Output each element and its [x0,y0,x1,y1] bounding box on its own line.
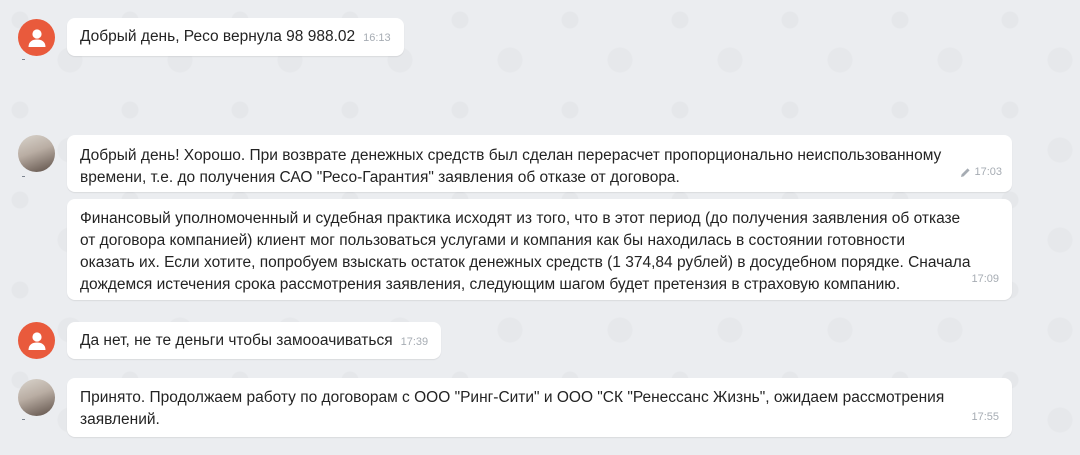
message-bubble[interactable]: Да нет, не те деньги чтобы замооачиватьс… [67,322,442,359]
message-time: 16:13 [363,32,391,44]
user-avatar[interactable] [18,322,55,359]
avatar-status-dot [22,176,25,177]
message-bubble[interactable]: Добрый день, Ресо вернула 98 988.02 16:13 [67,18,404,56]
message-text: Да нет, не те деньги чтобы замооачиватьс… [80,332,393,349]
pencil-icon [961,167,971,177]
avatar-status-dot [22,59,25,60]
message-time: 17:09 [971,273,999,285]
message-time: 17:39 [400,336,429,348]
message-text: Финансовый уполномоченный и судебная пра… [80,210,971,293]
agent-avatar[interactable] [18,135,55,172]
message-text: Принято. Продолжаем работу по договорам … [80,389,945,428]
agent-avatar[interactable] [18,379,55,416]
message-bubble[interactable]: Принято. Продолжаем работу по договорам … [67,378,1012,437]
avatar-status-dot [22,419,25,420]
message-time: 17:55 [971,411,999,423]
user-silhouette-icon [28,28,45,47]
message-time-group: 17:03 [960,161,1002,183]
user-avatar[interactable] [18,19,55,56]
message-time: 17:03 [974,166,1002,178]
message-bubble[interactable]: Финансовый уполномоченный и судебная пра… [67,199,1012,300]
message-bubble[interactable]: Добрый день! Хорошо. При возврате денежн… [67,135,1012,192]
message-text: Добрый день, Ресо вернула 98 988.02 [80,28,356,45]
user-silhouette-icon [28,331,45,350]
message-text: Добрый день! Хорошо. При возврате денежн… [80,147,942,186]
